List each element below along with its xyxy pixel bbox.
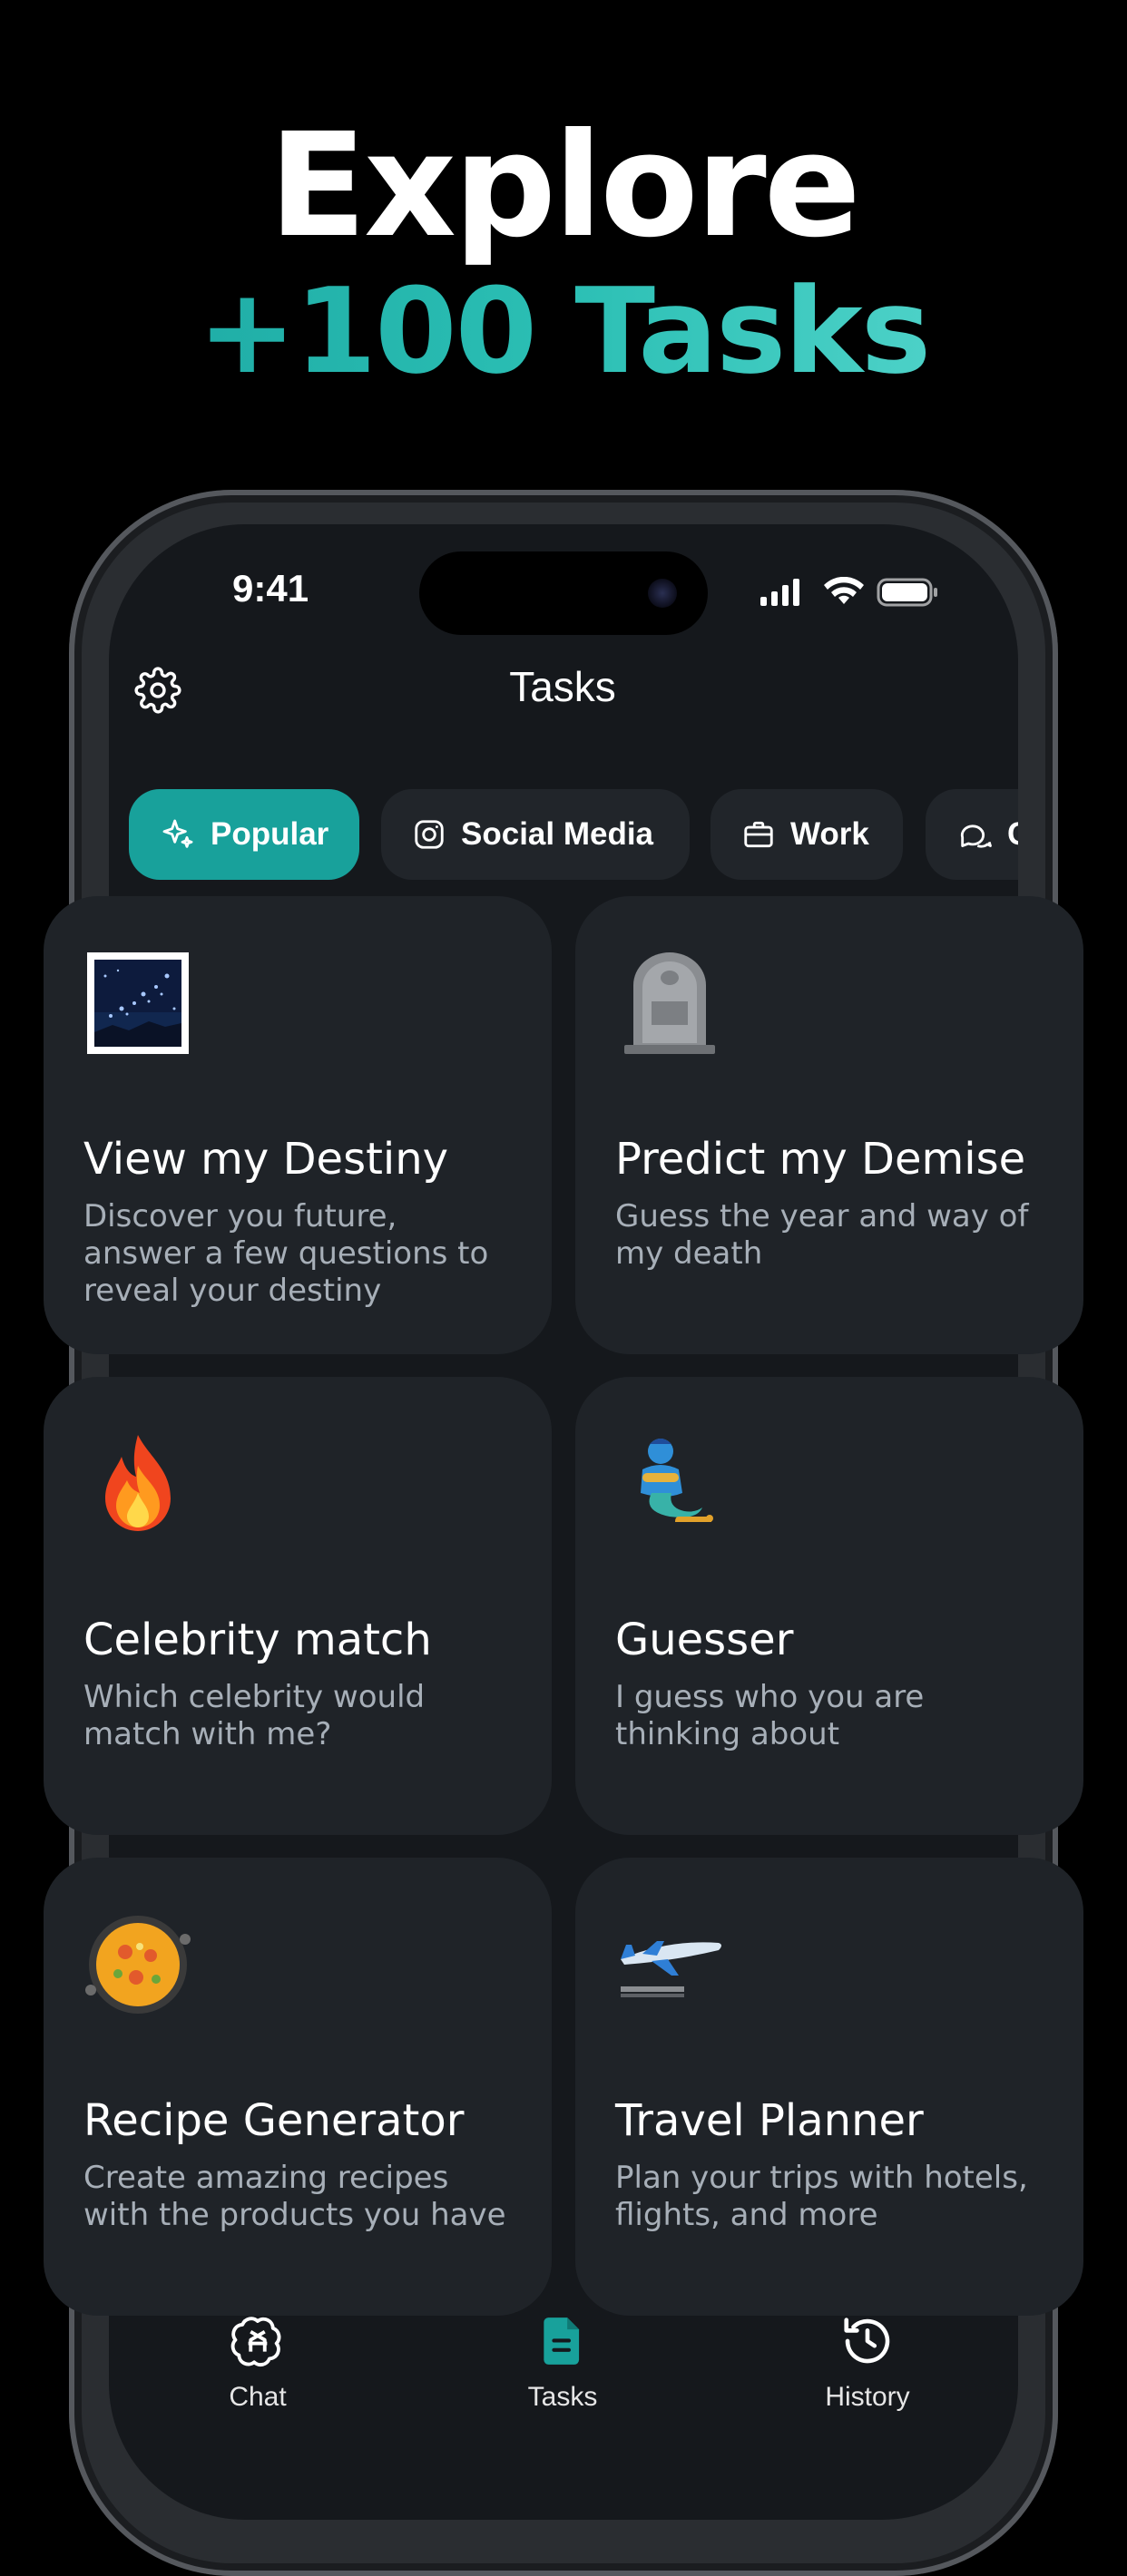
tab-chat[interactable]: Chat [167, 2313, 348, 2413]
briefcase-icon [744, 821, 773, 848]
chip-label: Popular [211, 816, 329, 852]
task-card-predict-my-demise[interactable]: Predict my Demise Guess the year and way… [575, 896, 1083, 1354]
task-card-travel-planner[interactable]: Travel Planner Plan your trips with hote… [575, 1858, 1083, 2316]
tab-history[interactable]: History [777, 2313, 958, 2413]
tab-label: History [825, 2382, 910, 2412]
task-card-guesser[interactable]: Guesser I guess who you are thinking abo… [575, 1377, 1083, 1835]
card-title: Travel Planner [615, 2095, 924, 2146]
history-icon [844, 2317, 890, 2364]
card-description: Which celebrity would match with me? [83, 1679, 426, 1752]
document-icon [544, 2317, 580, 2365]
card-description: Discover you future, answer a few questi… [83, 1198, 489, 1309]
card-title: View my Destiny [83, 1134, 449, 1185]
wifi-icon [824, 577, 864, 604]
fire-icon [105, 1435, 171, 1531]
genie-icon [641, 1439, 713, 1522]
card-title: Guesser [615, 1615, 794, 1665]
card-title: Predict my Demise [615, 1134, 1026, 1185]
headline-tasks-count: +100 Tasks [0, 263, 1127, 399]
task-card-celebrity-match[interactable]: Celebrity match Which celebrity would ma… [44, 1377, 552, 1835]
chip-social-media[interactable]: Social Media [381, 789, 690, 880]
card-description: Create amazing recipes with the products… [83, 2160, 506, 2233]
signal-icon [760, 579, 799, 606]
card-title: Celebrity match [83, 1615, 432, 1665]
sparkles-icon [162, 819, 193, 848]
paella-icon [85, 1916, 191, 2014]
hero-headline: Explore +100 Tasks [0, 109, 1127, 399]
battery-icon [877, 578, 937, 607]
tab-label: Chat [229, 2382, 287, 2412]
card-description: I guess who you are thinking about [615, 1679, 925, 1752]
openai-logo-icon [230, 2317, 281, 2367]
tab-label: Tasks [527, 2382, 598, 2412]
chat-bubbles-icon [960, 825, 992, 848]
gear-icon[interactable] [134, 667, 181, 714]
tab-tasks[interactable]: Tasks [472, 2313, 653, 2413]
chip-label: Work [790, 816, 869, 852]
card-description: Plan your trips with hotels, flights, an… [615, 2160, 1028, 2233]
task-card-recipe-generator[interactable]: Recipe Generator Create amazing recipes … [44, 1858, 552, 2316]
chip-label: Social Media [461, 816, 654, 852]
page-title: Tasks [509, 663, 616, 710]
status-icons [760, 577, 937, 607]
card-description: Guess the year and way of my death [615, 1198, 1029, 1272]
status-time: 9:41 [232, 567, 309, 610]
instagram-icon [415, 820, 444, 849]
task-card-view-my-destiny[interactable]: View my Destiny Discover you future, ans… [44, 896, 552, 1354]
headline-explore: Explore [269, 102, 861, 269]
headstone-icon [624, 952, 715, 1054]
chip-work[interactable]: Work [710, 789, 903, 880]
category-chips: Popular Social Media Work C [109, 787, 1018, 882]
card-title: Recipe Generator [83, 2095, 465, 2146]
tab-bar: Chat Tasks History [109, 2313, 1018, 2438]
night-sky-icon [87, 952, 189, 1054]
camera-icon [648, 579, 677, 608]
chip-popular[interactable]: Popular [129, 789, 359, 880]
airplane-icon [621, 1941, 721, 1997]
dynamic-island [419, 551, 708, 635]
chip-label: C [1007, 816, 1018, 853]
chip-chat[interactable]: C [926, 789, 1018, 880]
